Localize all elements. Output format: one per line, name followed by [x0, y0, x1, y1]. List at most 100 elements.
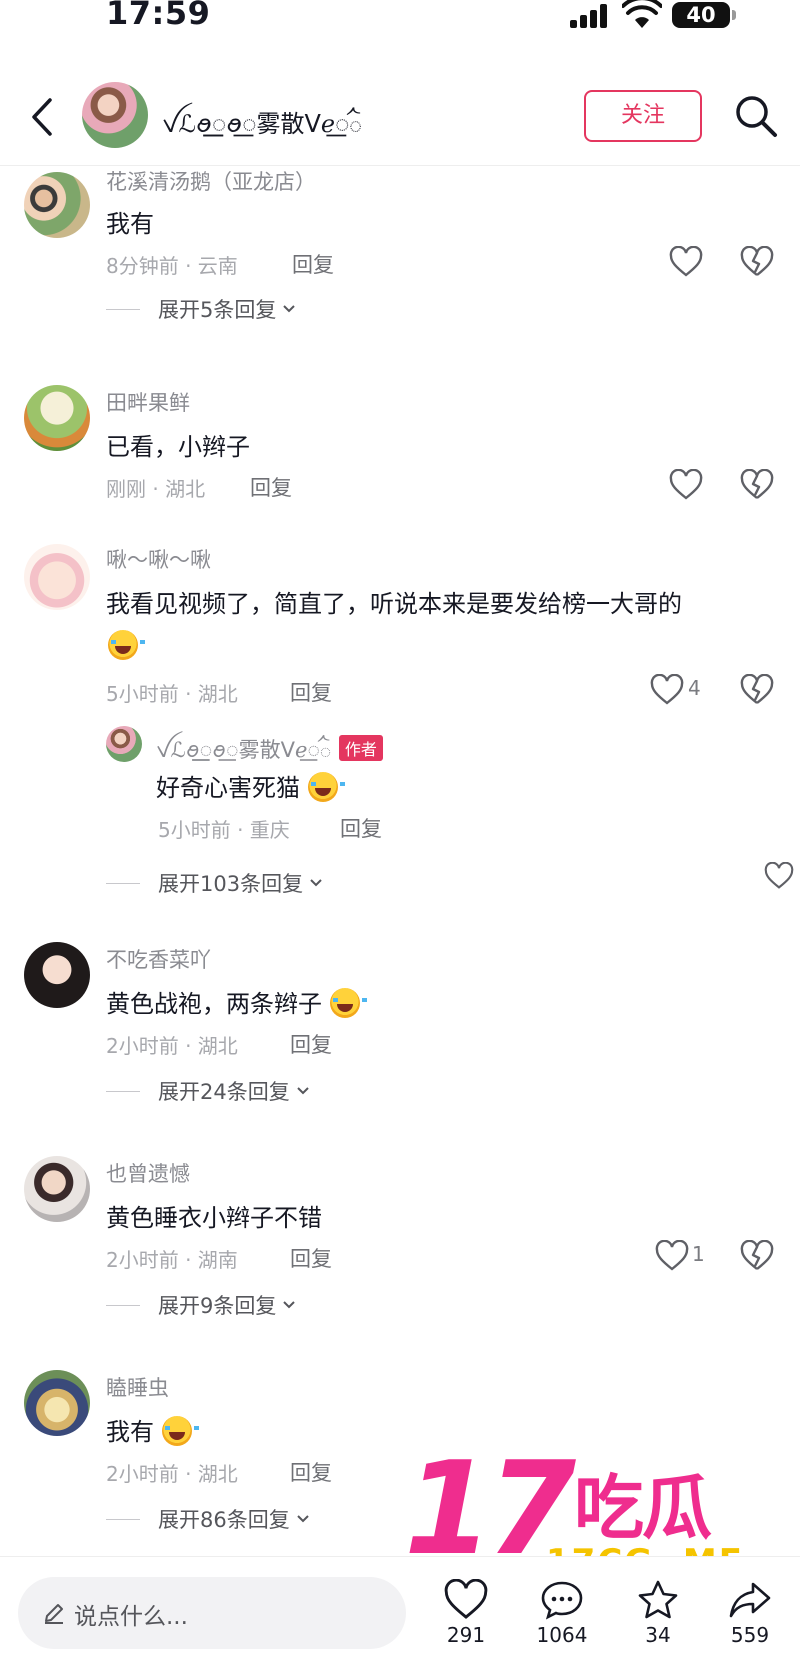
wifi-icon: [622, 0, 662, 28]
comment-username[interactable]: 不吃香菜吖: [106, 944, 211, 974]
comment-text: 我看见视频了，简直了，听说本来是要发给榜一大哥的: [106, 590, 682, 618]
comment-item: 也曾遗憾 黄色睡衣小辫子不错 2小时前 · 湖南 回复 1 展开9条回复: [0, 1152, 800, 1332]
like-action[interactable]: 291: [426, 1579, 506, 1647]
share-icon: [729, 1582, 771, 1618]
chevron-down-icon: [283, 305, 296, 313]
avatar[interactable]: [24, 1156, 90, 1222]
author-badge: 作者: [338, 735, 383, 761]
heart-icon: [444, 1579, 488, 1619]
status-time: 17:59: [106, 0, 211, 32]
expand-label: 展开103条回复: [158, 872, 304, 896]
divider: [106, 1090, 140, 1092]
divider: [106, 1304, 140, 1306]
status-bar: 17:59 40: [0, 0, 800, 40]
favorite-count: 34: [645, 1623, 671, 1647]
avatar[interactable]: [24, 385, 90, 451]
signal-icon: [570, 4, 610, 28]
heart-icon[interactable]: [764, 862, 794, 890]
expand-replies[interactable]: 展开103条回复: [106, 868, 323, 898]
author-avatar[interactable]: [82, 82, 148, 148]
reply-button[interactable]: 回复: [250, 472, 292, 502]
comment-item: 不吃香菜吖 黄色战袍，两条辫子 2小时前 · 湖北 回复 展开24条回复: [0, 938, 800, 1118]
avatar[interactable]: [24, 1370, 90, 1436]
avatar[interactable]: [106, 726, 142, 762]
heart-icon[interactable]: [650, 674, 684, 706]
comment-text-label: 黄色战袍，两条辫子: [106, 990, 322, 1018]
comment-username[interactable]: 花溪清汤鹅（亚龙店）: [106, 166, 316, 196]
broken-heart-icon[interactable]: [740, 469, 774, 501]
comment-meta: 8分钟前 · 云南: [106, 254, 238, 278]
comment-item: 田畔果鲜 已看，小辫子 刚刚 · 湖北 回复: [0, 375, 800, 505]
expand-label: 展开9条回复: [158, 1294, 277, 1318]
heart-icon[interactable]: [669, 246, 703, 278]
comment-footer-bar: 说点什么... 291 1064 34 559: [0, 1556, 800, 1668]
avatar[interactable]: [24, 544, 90, 610]
reply-button[interactable]: 回复: [290, 1457, 332, 1487]
crying-laughing-emoji: [108, 630, 145, 660]
comment-text: 我有: [106, 1412, 199, 1447]
like-count: 291: [446, 1623, 486, 1647]
share-count: 559: [730, 1623, 770, 1647]
divider: [106, 882, 140, 884]
heart-icon[interactable]: [669, 469, 703, 501]
watermark-chinese: 吃瓜: [574, 1467, 712, 1549]
like-count: 1: [692, 1242, 705, 1266]
comment-input[interactable]: 说点什么...: [18, 1577, 406, 1649]
expand-replies[interactable]: 展开9条回复: [106, 1290, 296, 1320]
comment-bubble-icon: [541, 1581, 583, 1620]
pen-icon: [45, 1604, 63, 1624]
comment-meta: 2小时前 · 湖北: [106, 1462, 238, 1486]
like-count: 4: [688, 676, 701, 700]
comment-meta: 2小时前 · 湖南: [106, 1248, 238, 1272]
share-action[interactable]: 559: [710, 1579, 790, 1647]
comment-meta: 5小时前 · 湖北: [106, 682, 238, 706]
comment-username[interactable]: 田畔果鲜: [106, 387, 190, 417]
reply-button[interactable]: 回复: [290, 677, 332, 707]
chevron-down-icon: [310, 879, 322, 887]
expand-replies[interactable]: 展开5条回复: [106, 294, 296, 324]
follow-button[interactable]: 关注: [584, 90, 702, 142]
heart-icon[interactable]: [655, 1240, 689, 1272]
divider: [106, 1518, 140, 1520]
reply-user-label: ꪜℒꪮ꯭꯭ꪮ꯭雾散ᐯℯ꯭ꪲ: [156, 738, 331, 762]
broken-heart-icon[interactable]: [740, 246, 774, 278]
reply-button[interactable]: 回复: [290, 1243, 332, 1273]
broken-heart-icon[interactable]: [740, 1240, 774, 1272]
reply-button[interactable]: 回复: [290, 1029, 332, 1059]
star-icon: [638, 1580, 678, 1619]
comment-item: 花溪清汤鹅（亚龙店） 我有 8分钟前 · 云南 回复 展开5条回复: [0, 160, 800, 350]
reply-text-label: 好奇心害死猫: [156, 774, 300, 802]
chevron-down-icon: [283, 1301, 296, 1309]
avatar[interactable]: [24, 942, 90, 1008]
divider: [106, 308, 140, 310]
comment-meta: 2小时前 · 湖北: [106, 1034, 238, 1058]
chevron-down-icon: [297, 1515, 309, 1523]
expand-label: 展开5条回复: [158, 298, 277, 322]
reply-button[interactable]: 回复: [340, 813, 382, 843]
header: ꪜℒꪮ꯭꯭ꪮ꯭雾散ᐯℯ꯭ꪲ 关注: [0, 70, 800, 166]
reply-text: 好奇心害死猫: [156, 768, 345, 803]
battery-icon: 40: [672, 2, 736, 28]
comment-username[interactable]: 啾～啾～啾: [106, 544, 211, 574]
search-icon[interactable]: [732, 92, 780, 140]
comment-username[interactable]: 也曾遗憾: [106, 1158, 190, 1188]
comment-action[interactable]: 1064: [522, 1579, 602, 1647]
comment-text: 黄色睡衣小辫子不错: [106, 1204, 322, 1232]
comment-text: 黄色战袍，两条辫子: [106, 984, 367, 1019]
back-icon[interactable]: [24, 94, 64, 140]
expand-replies[interactable]: 展开86条回复: [106, 1504, 310, 1534]
reply-meta: 5小时前 · 重庆: [158, 818, 290, 842]
expand-label: 展开24条回复: [158, 1080, 290, 1104]
chevron-down-icon: [297, 1087, 309, 1095]
reply-button[interactable]: 回复: [292, 249, 334, 279]
expand-replies[interactable]: 展开24条回复: [106, 1076, 310, 1106]
comment-text: 已看，小辫子: [106, 433, 250, 461]
avatar[interactable]: [24, 172, 90, 238]
comment-text-label: 我有: [106, 1418, 154, 1446]
broken-heart-icon[interactable]: [740, 674, 774, 706]
crying-laughing-emoji: [307, 772, 345, 802]
comment-username[interactable]: 瞌睡虫: [106, 1372, 169, 1402]
comment-placeholder: 说点什么...: [74, 1604, 188, 1630]
author-username[interactable]: ꪜℒꪮ꯭꯭ꪮ꯭雾散ᐯℯ꯭ꪲ: [162, 100, 362, 151]
favorite-action[interactable]: 34: [618, 1579, 698, 1647]
